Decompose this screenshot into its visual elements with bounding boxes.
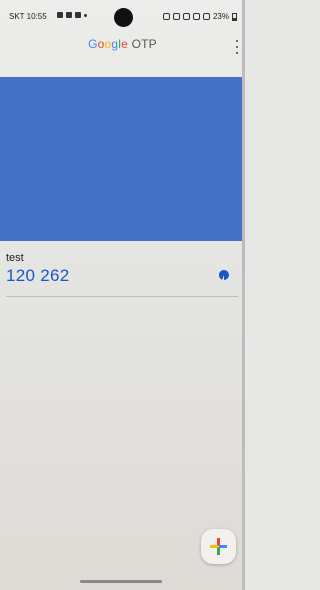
image-notification-icon	[57, 12, 63, 18]
more-vert-icon[interactable]	[234, 40, 240, 54]
plus-icon	[210, 538, 227, 555]
battery-percent: 23%	[212, 12, 229, 21]
mute-icon	[182, 13, 190, 20]
system-status-icons: 23%	[162, 12, 237, 21]
list-divider	[6, 296, 238, 297]
otp-account-item[interactable]: test 120 262	[0, 248, 242, 300]
account-issuer: test	[6, 252, 24, 264]
bluetooth-icon	[172, 13, 180, 20]
screen: SKT 10:55 23% Google OTP test 120 262	[0, 0, 245, 590]
wifi-icon	[192, 13, 200, 20]
cloud-notification-icon	[66, 12, 72, 18]
signal-icon	[202, 13, 210, 20]
otp-code[interactable]: 120 262	[6, 266, 70, 286]
notification-icons	[57, 12, 87, 18]
gesture-nav-bar[interactable]	[80, 580, 162, 583]
front-camera	[114, 8, 133, 27]
countdown-pie-icon	[219, 270, 229, 280]
more-notifications-dot-icon	[84, 13, 87, 17]
app-title: Google OTP	[88, 37, 157, 51]
carrier-time: SKT 10:55	[9, 12, 47, 21]
drop-notification-icon	[75, 12, 81, 18]
screen-edge	[242, 0, 245, 590]
status-bar: SKT 10:55 23%	[0, 0, 245, 34]
alarm-icon	[162, 13, 170, 20]
add-account-button[interactable]	[201, 529, 236, 564]
banner	[0, 77, 242, 241]
battery-icon	[232, 12, 237, 21]
app-bar: Google OTP	[0, 32, 245, 58]
